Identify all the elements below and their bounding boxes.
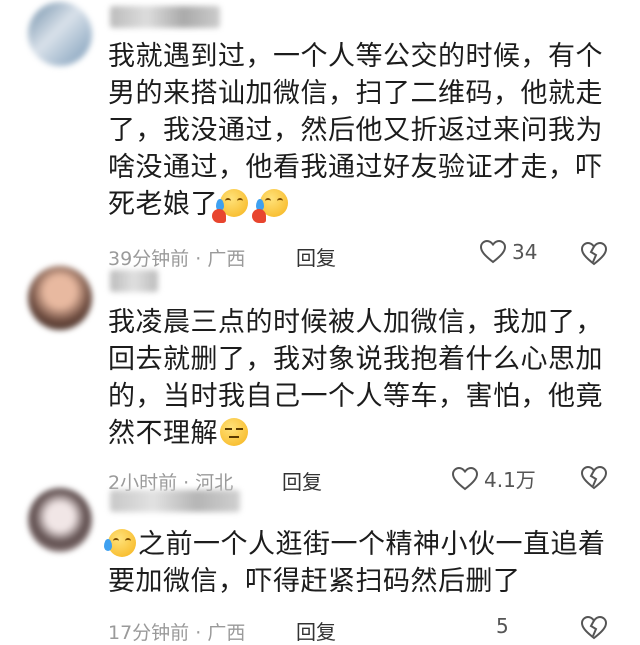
comment-1: • ■▓ ░ ▒ 我就遇到过，一个人等公交的时候，有个 男的来搭讪加微信，扫了二…: [0, 0, 640, 270]
comment-line: 之前一个人逛街一个精神小伙一直追着: [138, 529, 606, 560]
comment-2: • ■ 我凌晨三点的时候被人加微信，我加了， 回去就删了，我对象说我抱着什么心思…: [0, 262, 640, 494]
avatar[interactable]: [28, 266, 92, 330]
crying-face-emoji: [252, 189, 288, 223]
comment-line: 回去就删了，我对象说我抱着什么心思加: [108, 344, 603, 375]
comment-line: 我就遇到过，一个人等公交的时候，有个: [108, 41, 603, 72]
comment-text: 之前一个人逛街一个精神小伙一直追着 要加微信，吓得赶紧扫码然后删了: [104, 526, 628, 600]
timestamp: 17分钟前: [108, 622, 190, 644]
username[interactable]: • ■: [110, 270, 158, 292]
comment-line: 死老娘了: [108, 189, 218, 220]
dislike-icon[interactable]: [581, 616, 607, 640]
comment-line: 男的来搭讪加微信，扫了二维码，他就走: [108, 78, 603, 109]
comment-line-last: 死老娘了: [108, 186, 628, 223]
location: 广西: [207, 622, 246, 644]
like-count: 5: [496, 614, 509, 638]
comment-line: 啥没通过，他看我通过好友验证才走，吓: [108, 152, 603, 183]
comment-3: • ▓ ■ ▒ 之前一个人逛街一个精神小伙一直追着 要加微信，吓得赶紧扫码然后删…: [0, 484, 640, 645]
comment-line: 的，当时我自己一个人等车，害怕，他竟: [108, 381, 603, 412]
comment-text: 我就遇到过，一个人等公交的时候，有个 男的来搭讪加微信，扫了二维码，他就走 了，…: [108, 38, 628, 223]
like-count: 34: [512, 240, 538, 264]
avatar[interactable]: [28, 488, 92, 552]
username[interactable]: • ▓ ■ ▒: [110, 490, 240, 512]
crying-face-emoji: [212, 189, 248, 223]
like-button[interactable]: 34: [480, 240, 537, 264]
avatar[interactable]: [28, 2, 92, 66]
reply-button[interactable]: 回复: [296, 616, 336, 645]
comment-line-first: 之前一个人逛街一个精神小伙一直追着: [104, 526, 628, 563]
crying-face-emoji: [104, 529, 136, 557]
comment-line: 了，我没通过，然后他又折返过来问我为: [108, 115, 603, 146]
comment-line: 要加微信，吓得赶紧扫码然后删了: [108, 566, 521, 597]
comment-meta: 17分钟前 · 广西: [108, 618, 245, 645]
username[interactable]: • ■▓ ░ ▒: [110, 6, 220, 28]
comment-line: 我凌晨三点的时候被人加微信，我加了，: [108, 307, 603, 338]
comment-line-last: 然不理解: [108, 415, 628, 452]
comment-text: 我凌晨三点的时候被人加微信，我加了， 回去就删了，我对象说我抱着什么心思加 的，…: [108, 304, 628, 452]
heart-icon: [480, 240, 506, 264]
unamused-face-emoji: [220, 418, 248, 446]
separator: ·: [195, 622, 202, 644]
like-button[interactable]: 5: [496, 614, 509, 638]
comment-line: 然不理解: [108, 418, 218, 449]
